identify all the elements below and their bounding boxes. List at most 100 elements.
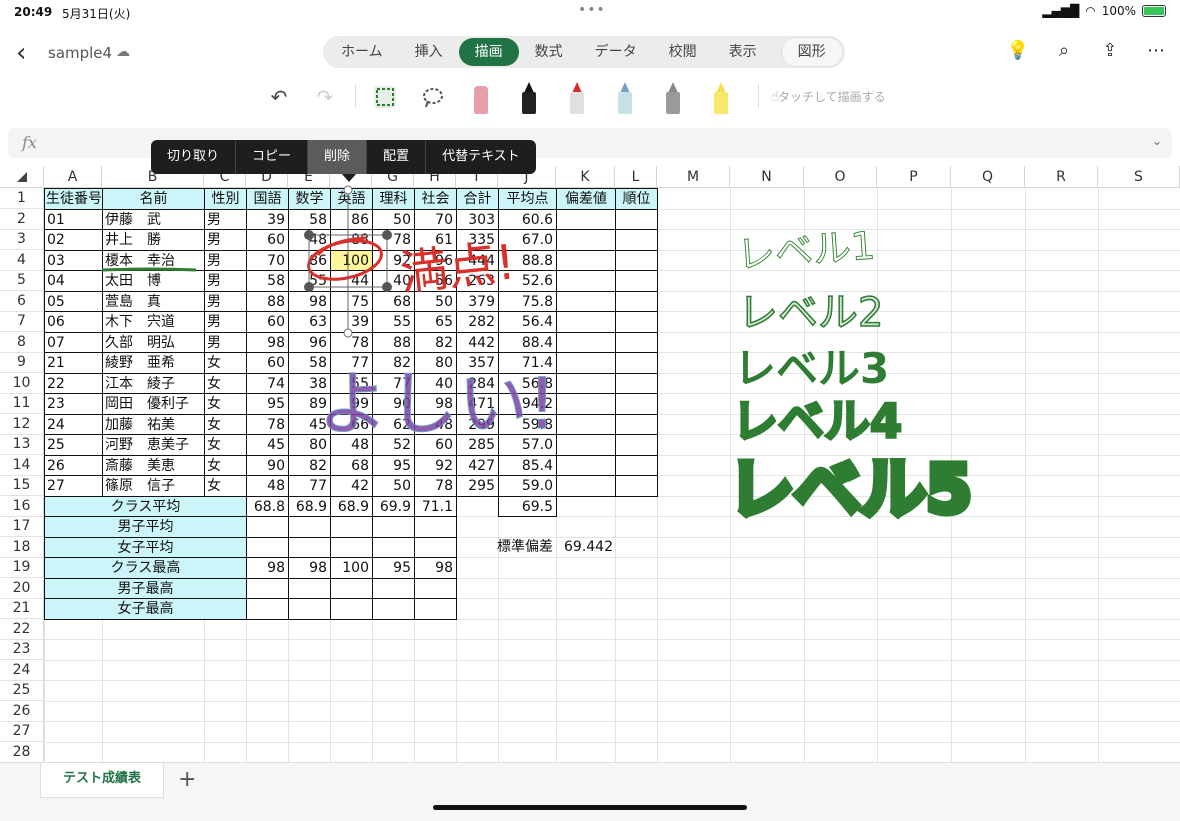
cell[interactable] bbox=[615, 434, 658, 456]
cell[interactable]: 01 bbox=[44, 208, 103, 230]
cell[interactable]: 96 bbox=[288, 331, 331, 353]
tab-3[interactable]: 数式 bbox=[519, 38, 579, 66]
cell[interactable] bbox=[414, 598, 457, 620]
cell[interactable]: 88 bbox=[372, 331, 415, 353]
cell[interactable]: 284 bbox=[456, 372, 499, 394]
cell[interactable]: 80 bbox=[288, 434, 331, 456]
cell[interactable]: 77 bbox=[330, 352, 373, 374]
back-chevron-icon[interactable]: ‹ bbox=[16, 38, 26, 68]
lightbulb-icon[interactable]: 💡 bbox=[1006, 40, 1030, 61]
cell[interactable]: 471 bbox=[456, 393, 499, 415]
cell[interactable]: 38 bbox=[288, 372, 331, 394]
cell[interactable]: 100 bbox=[330, 557, 373, 579]
cell[interactable]: 77 bbox=[288, 475, 331, 497]
cell[interactable]: 69.442 bbox=[556, 537, 616, 559]
cell[interactable] bbox=[372, 577, 415, 599]
cell[interactable]: 男 bbox=[204, 270, 247, 292]
column-header[interactable]: R bbox=[1025, 166, 1098, 188]
cell[interactable]: 86 bbox=[288, 249, 331, 271]
redo-icon[interactable]: ↷ bbox=[312, 80, 338, 114]
row-header[interactable]: 21 bbox=[0, 598, 44, 619]
cell[interactable] bbox=[615, 249, 658, 271]
chevron-down-icon[interactable]: ⌄ bbox=[1152, 134, 1162, 148]
tab-7[interactable]: 図形 bbox=[780, 37, 843, 67]
cell[interactable] bbox=[556, 249, 616, 271]
cell[interactable] bbox=[556, 270, 616, 292]
cell[interactable] bbox=[556, 454, 616, 476]
row-header[interactable]: 22 bbox=[0, 618, 44, 640]
cell[interactable]: 井上 勝 bbox=[102, 229, 205, 251]
cell[interactable]: 444 bbox=[456, 249, 499, 271]
cell[interactable]: 57.0 bbox=[498, 434, 557, 456]
row-header[interactable]: 4 bbox=[0, 249, 44, 271]
cell[interactable] bbox=[288, 577, 331, 599]
multitask-dots-icon[interactable]: ••• bbox=[578, 2, 606, 18]
cell[interactable] bbox=[330, 577, 373, 599]
cell[interactable]: 75.8 bbox=[498, 290, 557, 312]
cell[interactable]: 合計 bbox=[456, 188, 499, 210]
cell[interactable] bbox=[330, 598, 373, 620]
cell[interactable]: 68.9 bbox=[288, 495, 331, 517]
cell[interactable]: 22 bbox=[44, 372, 103, 394]
home-indicator[interactable] bbox=[433, 805, 747, 810]
column-header[interactable]: O bbox=[804, 166, 877, 188]
pen-red-icon[interactable] bbox=[566, 80, 588, 114]
cell[interactable]: 61 bbox=[414, 229, 457, 251]
cell[interactable]: 女子最高 bbox=[44, 598, 247, 620]
cell[interactable]: 295 bbox=[456, 475, 499, 497]
cell[interactable]: 96 bbox=[414, 249, 457, 271]
cell[interactable]: 68 bbox=[372, 290, 415, 312]
cell[interactable]: 56.8 bbox=[498, 372, 557, 394]
cell[interactable]: 男 bbox=[204, 208, 247, 230]
cell[interactable]: 伊藤 武 bbox=[102, 208, 205, 230]
cell[interactable]: 23 bbox=[44, 393, 103, 415]
column-header[interactable]: M bbox=[657, 166, 730, 188]
cell[interactable] bbox=[556, 208, 616, 230]
cell[interactable] bbox=[615, 393, 658, 415]
cell[interactable]: 女 bbox=[204, 475, 247, 497]
column-header[interactable]: K bbox=[556, 166, 615, 188]
cell[interactable]: 27 bbox=[44, 475, 103, 497]
cell[interactable] bbox=[372, 598, 415, 620]
cell[interactable]: 78 bbox=[330, 331, 373, 353]
row-header[interactable]: 3 bbox=[0, 229, 44, 250]
cell[interactable] bbox=[246, 577, 289, 599]
cell[interactable]: 48 bbox=[414, 413, 457, 435]
cell[interactable]: 木下 宍道 bbox=[102, 311, 205, 333]
cell[interactable]: 70 bbox=[246, 249, 289, 271]
row-header[interactable]: 7 bbox=[0, 311, 44, 332]
cell[interactable]: 99 bbox=[330, 393, 373, 415]
cell[interactable]: 78 bbox=[246, 413, 289, 435]
cell[interactable] bbox=[556, 413, 616, 435]
cell[interactable]: 98 bbox=[288, 557, 331, 579]
context-menu-item-0[interactable]: 切り取り bbox=[151, 140, 237, 174]
cell[interactable]: 女 bbox=[204, 352, 247, 374]
eraser-icon[interactable] bbox=[470, 80, 492, 114]
row-header[interactable]: 19 bbox=[0, 557, 44, 578]
cell[interactable]: 77 bbox=[372, 372, 415, 394]
cell[interactable]: 加藤 祐美 bbox=[102, 413, 205, 435]
cell[interactable] bbox=[330, 536, 373, 558]
cell[interactable]: 44 bbox=[330, 270, 373, 292]
cell[interactable]: 303 bbox=[456, 208, 499, 230]
cell[interactable]: 数学 bbox=[288, 188, 331, 210]
cell[interactable]: 357 bbox=[456, 352, 499, 374]
row-header[interactable]: 27 bbox=[0, 721, 44, 742]
row-header[interactable]: 13 bbox=[0, 434, 44, 455]
tab-6[interactable]: 表示 bbox=[713, 38, 773, 66]
cell[interactable]: 285 bbox=[456, 434, 499, 456]
cell[interactable]: 82 bbox=[414, 331, 457, 353]
row-header[interactable]: 26 bbox=[0, 700, 44, 722]
cell[interactable] bbox=[615, 270, 658, 292]
cell[interactable] bbox=[372, 516, 415, 538]
cell[interactable]: 社会 bbox=[414, 188, 457, 210]
cell[interactable]: 48 bbox=[246, 475, 289, 497]
cell[interactable]: 442 bbox=[456, 331, 499, 353]
cell[interactable]: 男 bbox=[204, 331, 247, 353]
row-header[interactable]: 25 bbox=[0, 680, 44, 701]
tab-5[interactable]: 校閲 bbox=[653, 38, 713, 66]
cell[interactable]: 河野 恵美子 bbox=[102, 434, 205, 456]
cell[interactable]: 263 bbox=[456, 270, 499, 292]
row-header[interactable]: 1 bbox=[0, 188, 44, 209]
cell[interactable] bbox=[615, 413, 658, 435]
